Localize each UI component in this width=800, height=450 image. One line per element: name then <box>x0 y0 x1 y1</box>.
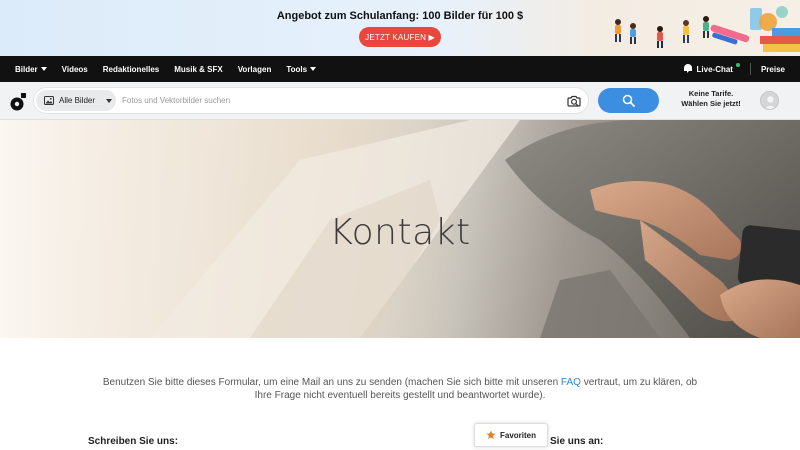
nav-item-editorial[interactable]: Redaktionelles <box>103 65 159 74</box>
live-chat-link[interactable]: Live-Chat <box>683 63 740 74</box>
promo-banner: Angebot zum Schulanfang: 100 Bilder für … <box>0 0 800 56</box>
nav-item-label: Redaktionelles <box>102 64 160 74</box>
bottom-fade <box>0 444 800 450</box>
search-button[interactable] <box>598 88 659 113</box>
star-icon <box>486 430 496 439</box>
plans-line-2: Wählen Sie jetzt! <box>681 99 741 108</box>
nav-item-label: Musik & SFX <box>174 64 223 74</box>
chevron-down-icon <box>40 67 47 71</box>
nav-item-label: Vorlagen <box>237 64 272 74</box>
plans-line-1: Keine Tarife. <box>688 89 734 98</box>
plans-promo-link[interactable]: Keine Tarife. Wählen Sie jetzt! <box>672 89 750 109</box>
pricing-link[interactable]: Preise <box>761 65 785 74</box>
main-nav: Bilder Videos Redaktionelles Musik & SFX… <box>0 56 800 82</box>
nav-right: Live-Chat Preise <box>683 56 785 82</box>
live-chat-icon <box>683 64 692 73</box>
image-icon <box>44 96 54 105</box>
search-icon <box>622 94 635 107</box>
nav-item-music-sfx[interactable]: Musik & SFX <box>174 65 222 74</box>
nav-item-label: Videos <box>61 64 88 74</box>
chevron-down-icon <box>106 98 113 103</box>
camera-search-icon[interactable] <box>566 93 582 109</box>
buy-now-button[interactable]: JETZT KAUFEN ▶ <box>359 27 441 47</box>
search-bar-row: Alle Bilder Keine Tarife. Wählen Sie jet… <box>0 82 800 120</box>
chevron-down-icon <box>310 67 317 71</box>
nav-item-tools[interactable]: Tools <box>286 64 317 74</box>
faq-link[interactable]: FAQ <box>561 377 581 388</box>
logo-icon[interactable] <box>10 92 27 112</box>
intro-text-part: Benutzen Sie bitte dieses Formular, um e… <box>102 377 561 388</box>
page-title: Kontakt <box>329 212 471 253</box>
online-status-dot <box>735 63 740 67</box>
search-input[interactable] <box>122 88 522 113</box>
live-chat-label: Live-Chat <box>696 64 733 74</box>
nav-item-images[interactable]: Bilder <box>15 65 47 74</box>
search-box: Alle Bilder <box>34 88 588 113</box>
favorites-label: Favoriten <box>499 430 536 440</box>
nav-item-label: Tools <box>286 64 308 74</box>
favorites-button[interactable]: Favoriten <box>474 423 548 447</box>
asset-type-filter[interactable]: Alle Bilder <box>36 90 116 111</box>
nav-item-templates[interactable]: Vorlagen <box>238 65 272 74</box>
hero-banner: Kontakt <box>0 120 800 338</box>
intro-text: Benutzen Sie bitte dieses Formular, um e… <box>100 376 700 402</box>
asset-type-filter-label: Alle Bilder <box>59 96 96 105</box>
promo-illustration <box>615 6 800 52</box>
nav-item-label: Bilder <box>15 64 38 74</box>
user-avatar-icon[interactable] <box>760 91 779 110</box>
nav-item-videos[interactable]: Videos <box>62 65 88 74</box>
nav-divider <box>749 63 751 75</box>
